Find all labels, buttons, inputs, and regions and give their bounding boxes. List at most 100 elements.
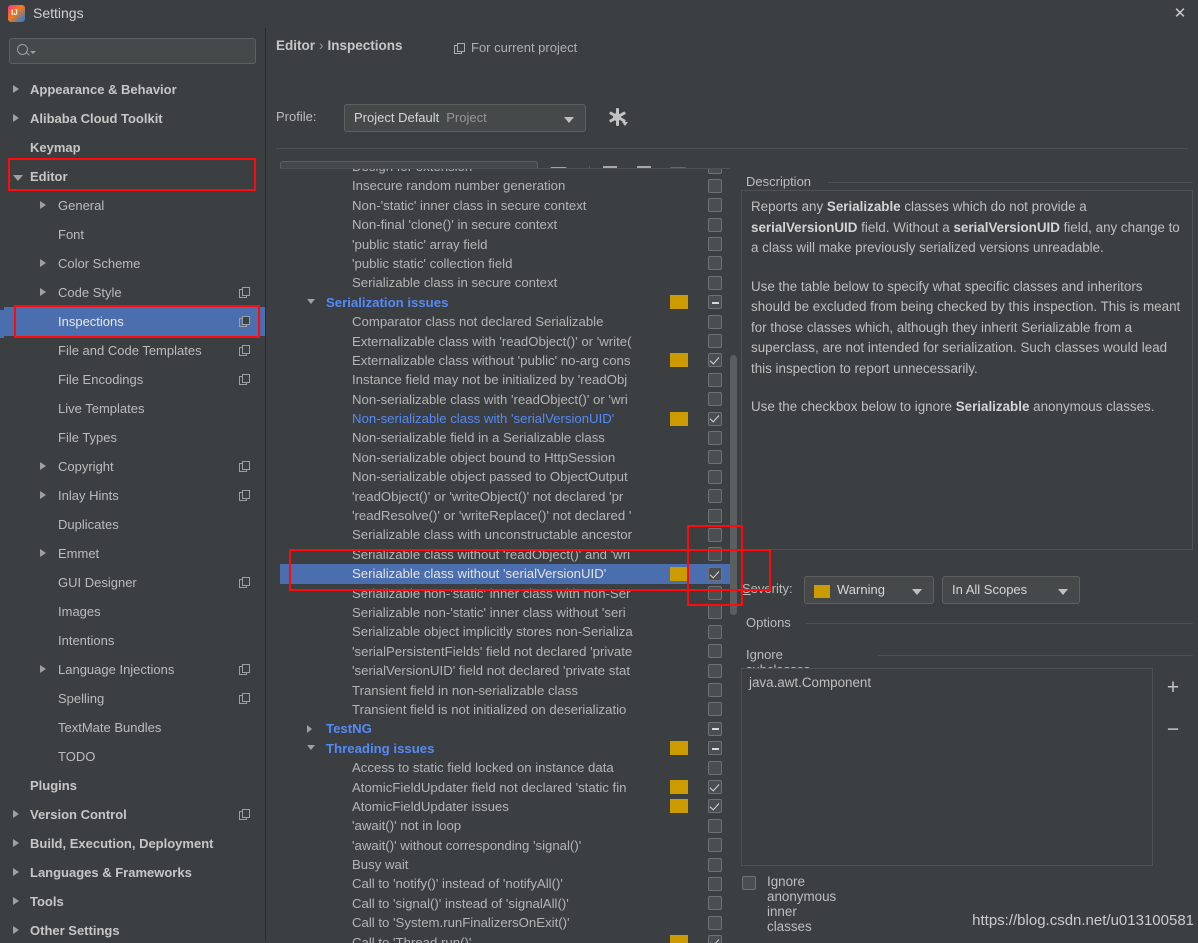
sidebar-search[interactable]: [9, 38, 256, 64]
chevron-right-icon[interactable]: [40, 462, 46, 470]
search-input[interactable]: [9, 38, 256, 64]
chevron-right-icon[interactable]: [40, 665, 46, 673]
inspection-row[interactable]: Transient field in non-serializable clas…: [280, 681, 730, 700]
sidebar-item-languages-frameworks[interactable]: Languages & Frameworks: [0, 858, 265, 887]
inspection-enabled-checkbox[interactable]: [708, 275, 722, 290]
inspection-enabled-checkbox[interactable]: [708, 818, 722, 833]
profile-select[interactable]: Project Default Project: [344, 104, 586, 132]
sidebar-item-spelling[interactable]: Spelling: [0, 684, 265, 713]
inspection-enabled-checkbox[interactable]: [708, 314, 722, 329]
inspection-row[interactable]: Non-serializable class with 'serialVersi…: [280, 409, 730, 428]
inspection-row[interactable]: 'serialVersionUID' field not declared 'p…: [280, 661, 730, 680]
inspection-enabled-checkbox[interactable]: [708, 527, 722, 542]
inspection-row[interactable]: 'await()' not in loop: [280, 816, 730, 835]
inspection-enabled-checkbox[interactable]: [708, 741, 722, 756]
sidebar-item-alibaba-cloud-toolkit[interactable]: Alibaba Cloud Toolkit: [0, 104, 265, 133]
chevron-right-icon[interactable]: [13, 839, 19, 847]
inspection-row[interactable]: 'readObject()' or 'writeObject()' not de…: [280, 487, 730, 506]
sidebar-item-tools[interactable]: Tools: [0, 887, 265, 916]
inspection-row[interactable]: Non-'static' inner class in secure conte…: [280, 196, 730, 215]
inspection-row[interactable]: 'readResolve()' or 'writeReplace()' not …: [280, 506, 730, 525]
sidebar-item-editor[interactable]: Editor: [0, 162, 265, 191]
gear-icon[interactable]: [607, 107, 628, 127]
inspection-row[interactable]: Serialization issues: [280, 293, 730, 312]
inspection-enabled-checkbox[interactable]: [708, 372, 722, 387]
inspection-enabled-checkbox[interactable]: [708, 411, 722, 426]
inspection-row[interactable]: Call to 'signal()' instead of 'signalAll…: [280, 894, 730, 913]
inspection-row[interactable]: Non-final 'clone()' in secure context: [280, 215, 730, 234]
inspection-row[interactable]: Transient field is not initialized on de…: [280, 700, 730, 719]
sidebar-item-gui-designer[interactable]: GUI Designer: [0, 568, 265, 597]
inspection-enabled-checkbox[interactable]: [708, 799, 722, 814]
sidebar-item-color-scheme[interactable]: Color Scheme: [0, 249, 265, 278]
remove-button[interactable]: −: [1162, 719, 1184, 742]
sidebar-item-file-types[interactable]: File Types: [0, 423, 265, 452]
chevron-right-icon[interactable]: [13, 810, 19, 818]
inspection-enabled-checkbox[interactable]: [708, 334, 722, 349]
chevron-right-icon[interactable]: [40, 491, 46, 499]
inspection-enabled-checkbox[interactable]: [708, 256, 722, 271]
inspection-row[interactable]: Design for extension: [280, 169, 730, 176]
inspection-row[interactable]: Serializable non-'static' inner class wi…: [280, 584, 730, 603]
sidebar-item-duplicates[interactable]: Duplicates: [0, 510, 265, 539]
inspection-row[interactable]: Non-serializable object passed to Object…: [280, 467, 730, 486]
inspection-row[interactable]: Call to 'Thread.run()': [280, 933, 730, 943]
inspection-enabled-checkbox[interactable]: [708, 469, 722, 484]
inspection-enabled-checkbox[interactable]: [708, 489, 722, 504]
chevron-right-icon[interactable]: [40, 259, 46, 267]
inspection-row[interactable]: Threading issues: [280, 739, 730, 758]
ignore-subclasses-table[interactable]: java.awt.Component: [741, 668, 1153, 866]
sidebar-item-file-and-code-templates[interactable]: File and Code Templates: [0, 336, 265, 365]
inspection-enabled-checkbox[interactable]: [708, 876, 722, 891]
inspection-row[interactable]: Non-serializable class with 'readObject(…: [280, 390, 730, 409]
inspection-enabled-checkbox[interactable]: [708, 508, 722, 523]
chevron-down-icon[interactable]: [307, 745, 315, 751]
inspection-row[interactable]: Call to 'System.runFinalizersOnExit()': [280, 913, 730, 932]
chevron-right-icon[interactable]: [307, 724, 312, 733]
ignore-anonymous-checkbox[interactable]: [742, 876, 756, 890]
inspections-tree[interactable]: Design for extension Insecure random numb…: [280, 168, 730, 943]
scope-select[interactable]: In All Scopes: [942, 576, 1080, 604]
sidebar-item-file-encodings[interactable]: File Encodings: [0, 365, 265, 394]
sidebar-item-appearance-behavior[interactable]: Appearance & Behavior: [0, 75, 265, 104]
inspection-row[interactable]: Non-serializable object bound to HttpSes…: [280, 448, 730, 467]
sidebar-item-todo[interactable]: TODO: [0, 742, 265, 771]
inspection-enabled-checkbox[interactable]: [708, 198, 722, 213]
inspection-row[interactable]: Call to 'notify()' instead of 'notifyAll…: [280, 874, 730, 893]
inspection-enabled-checkbox[interactable]: [708, 721, 722, 736]
sidebar-item-font[interactable]: Font: [0, 220, 265, 249]
chevron-right-icon[interactable]: [13, 926, 19, 934]
breadcrumb-root[interactable]: Editor: [276, 38, 315, 53]
inspection-row[interactable]: TestNG: [280, 719, 730, 738]
inspection-enabled-checkbox[interactable]: [708, 857, 722, 872]
sidebar-item-images[interactable]: Images: [0, 597, 265, 626]
sidebar-item-version-control[interactable]: Version Control: [0, 800, 265, 829]
sidebar-item-build-execution-deployment[interactable]: Build, Execution, Deployment: [0, 829, 265, 858]
inspection-row[interactable]: Serializable non-'static' inner class wi…: [280, 603, 730, 622]
sidebar-item-language-injections[interactable]: Language Injections: [0, 655, 265, 684]
inspection-row[interactable]: Access to static field locked on instanc…: [280, 758, 730, 777]
inspection-row[interactable]: 'await()' without corresponding 'signal(…: [280, 836, 730, 855]
chevron-right-icon[interactable]: [13, 897, 19, 905]
inspection-row[interactable]: Comparator class not declared Serializab…: [280, 312, 730, 331]
inspection-row[interactable]: Externalizable class without 'public' no…: [280, 351, 730, 370]
inspection-enabled-checkbox[interactable]: [708, 217, 722, 232]
inspection-enabled-checkbox[interactable]: [708, 237, 722, 252]
close-icon[interactable]: ✕: [1168, 3, 1192, 25]
inspection-enabled-checkbox[interactable]: [708, 702, 722, 717]
sidebar-item-copyright[interactable]: Copyright: [0, 452, 265, 481]
inspection-enabled-checkbox[interactable]: [708, 663, 722, 678]
sidebar-item-emmet[interactable]: Emmet: [0, 539, 265, 568]
inspection-row[interactable]: 'public static' array field: [280, 235, 730, 254]
chevron-right-icon[interactable]: [40, 549, 46, 557]
inspection-row[interactable]: Busy wait: [280, 855, 730, 874]
sidebar-item-intentions[interactable]: Intentions: [0, 626, 265, 655]
chevron-right-icon[interactable]: [13, 85, 19, 93]
inspection-enabled-checkbox[interactable]: [708, 624, 722, 639]
chevron-right-icon[interactable]: [40, 288, 46, 296]
inspection-row[interactable]: Serializable class without 'readObject()…: [280, 545, 730, 564]
inspection-enabled-checkbox[interactable]: [708, 178, 722, 193]
table-row[interactable]: java.awt.Component: [749, 675, 871, 690]
inspection-row[interactable]: AtomicFieldUpdater field not declared 's…: [280, 778, 730, 797]
sidebar-item-textmate-bundles[interactable]: TextMate Bundles: [0, 713, 265, 742]
